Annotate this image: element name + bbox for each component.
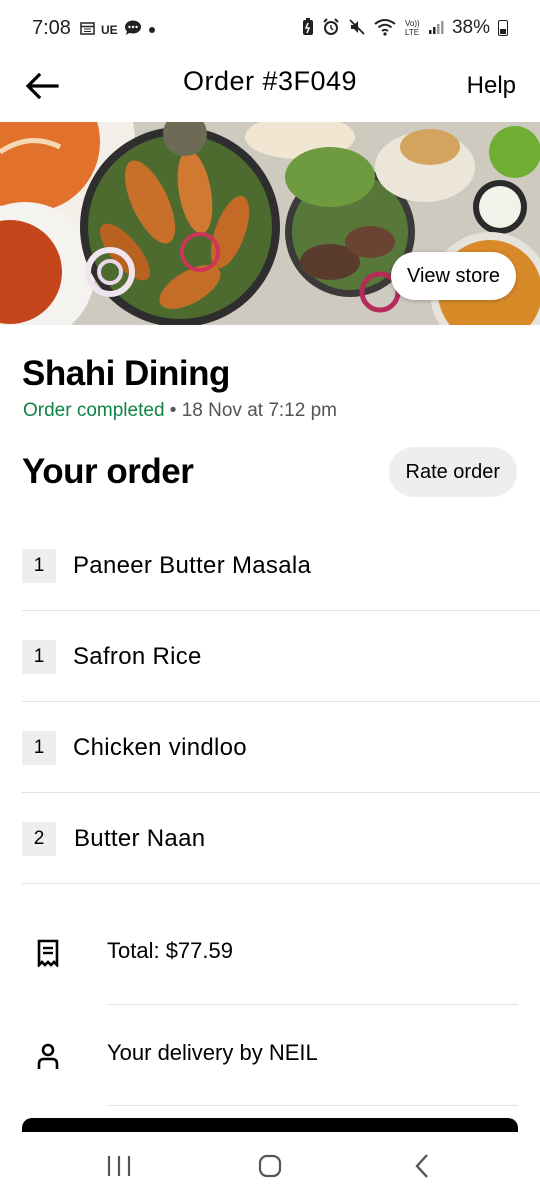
status-time: 7:08 bbox=[32, 17, 71, 39]
volte-icon: Vo)) LTE bbox=[404, 18, 420, 38]
store-hero-image: View store bbox=[0, 122, 540, 325]
view-store-button[interactable]: View store bbox=[390, 252, 516, 300]
battery-icon bbox=[498, 20, 508, 36]
order-items-list: 1 Paneer Butter Masala 1 Safron Rice 1 C… bbox=[22, 520, 540, 884]
wifi-icon bbox=[374, 18, 396, 39]
calendar-icon bbox=[80, 21, 95, 38]
item-name: Butter Naan bbox=[74, 825, 206, 852]
ue-app-icon: UE bbox=[101, 22, 118, 37]
home-button[interactable] bbox=[250, 1150, 290, 1182]
system-nav-bar bbox=[0, 1132, 540, 1200]
mute-icon bbox=[348, 18, 366, 39]
battery-saver-icon bbox=[302, 17, 314, 39]
item-name: Chicken vindloo bbox=[73, 734, 247, 761]
order-total: Total: $77.59 bbox=[107, 938, 233, 963]
page-title: Order #3F049 bbox=[182, 66, 358, 96]
order-date: 18 Nov at 7:12 pm bbox=[181, 400, 337, 421]
total-row: Total: $77.59 bbox=[0, 905, 540, 1005]
item-name: Paneer Butter Masala bbox=[73, 552, 312, 579]
signal-icon bbox=[428, 19, 444, 38]
status-bar: 7:08 UE Vo)) LTE 38% bbox=[0, 0, 540, 60]
help-button[interactable]: Help bbox=[467, 72, 516, 100]
recents-icon bbox=[107, 1156, 131, 1176]
dot-icon bbox=[148, 22, 156, 37]
divider bbox=[107, 1105, 518, 1106]
back-nav-button[interactable] bbox=[402, 1150, 442, 1182]
system-icons: Vo)) LTE 38% bbox=[302, 17, 508, 39]
item-quantity: 1 bbox=[22, 731, 56, 765]
delivery-row: Your delivery by NEIL bbox=[0, 1008, 540, 1108]
recents-button[interactable] bbox=[99, 1150, 139, 1182]
battery-percent: 38% bbox=[451, 17, 490, 38]
order-item: 1 Chicken vindloo bbox=[22, 702, 540, 793]
store-name: Shahi Dining bbox=[22, 354, 230, 393]
item-quantity: 2 bbox=[22, 822, 56, 856]
item-name: Safron Rice bbox=[73, 643, 202, 670]
person-icon bbox=[32, 1040, 64, 1072]
your-order-heading: Your order bbox=[22, 452, 194, 491]
order-meta: Order completed • 18 Nov at 7:12 pm bbox=[23, 400, 337, 422]
item-quantity: 1 bbox=[22, 640, 56, 674]
order-item: 1 Paneer Butter Masala bbox=[22, 520, 540, 611]
order-item: 2 Butter Naan bbox=[22, 793, 540, 884]
notification-icons: UE bbox=[80, 20, 156, 39]
chat-bubble-icon bbox=[124, 20, 142, 39]
top-app-bar: Order #3F049 Help bbox=[0, 60, 540, 122]
item-quantity: 1 bbox=[22, 549, 56, 583]
alarm-icon bbox=[322, 17, 340, 39]
back-chevron-icon bbox=[415, 1154, 428, 1178]
order-status: Order completed bbox=[23, 400, 165, 421]
home-icon bbox=[258, 1154, 282, 1178]
svg-text:LTE: LTE bbox=[405, 28, 419, 36]
meta-separator: • bbox=[164, 400, 182, 421]
divider bbox=[107, 1004, 518, 1005]
svg-text:Vo)): Vo)) bbox=[405, 19, 420, 28]
delivery-person: Your delivery by NEIL bbox=[107, 1040, 318, 1065]
rate-order-button[interactable]: Rate order bbox=[388, 447, 517, 497]
receipt-icon bbox=[32, 937, 64, 969]
order-item: 1 Safron Rice bbox=[22, 611, 540, 702]
